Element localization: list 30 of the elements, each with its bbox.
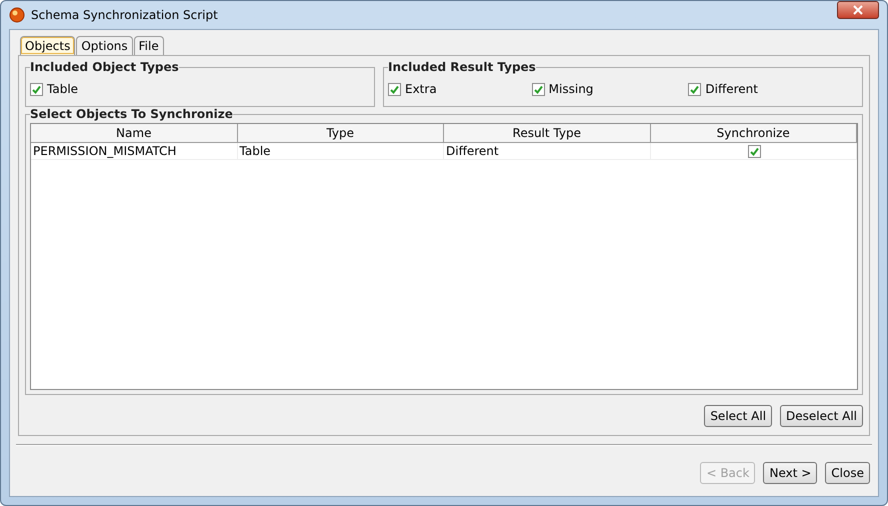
group-title: Included Object Types: [30, 60, 179, 74]
button[interactable]: Select All: [704, 405, 772, 427]
tab[interactable]: Objects: [20, 36, 76, 55]
checkbox-label: Table: [47, 82, 78, 96]
button[interactable]: Close: [825, 462, 870, 484]
column-header[interactable]: Result Type: [444, 124, 650, 143]
group-title: Included Result Types: [388, 60, 536, 74]
table-cell: Table: [238, 143, 444, 160]
window-title: Schema Synchronization Script: [31, 8, 218, 22]
checkbox[interactable]: [30, 82, 43, 96]
checkbox[interactable]: [532, 82, 545, 96]
column-header[interactable]: Synchronize: [650, 124, 857, 143]
close-icon: [853, 5, 863, 15]
checkbox[interactable]: [688, 82, 702, 96]
app-icon: [9, 7, 25, 23]
tab[interactable]: File: [134, 36, 164, 55]
checkbox-label: Missing: [548, 82, 594, 96]
checkbox[interactable]: [748, 144, 761, 158]
button[interactable]: Next >: [763, 462, 818, 484]
checkbox-label: Different: [705, 82, 758, 96]
tab[interactable]: Options: [76, 36, 133, 55]
close-button[interactable]: [837, 1, 879, 19]
checkbox[interactable]: [388, 82, 401, 96]
column-header[interactable]: Type: [238, 124, 444, 143]
table-cell: PERMISSION_MISMATCH: [31, 143, 238, 160]
group-title: Select Objects To Synchronize: [30, 107, 233, 121]
checkbox-label: Extra: [405, 82, 437, 96]
button[interactable]: Deselect All: [780, 405, 863, 427]
table-cell: Different: [444, 143, 650, 160]
column-header[interactable]: Name: [31, 124, 238, 143]
